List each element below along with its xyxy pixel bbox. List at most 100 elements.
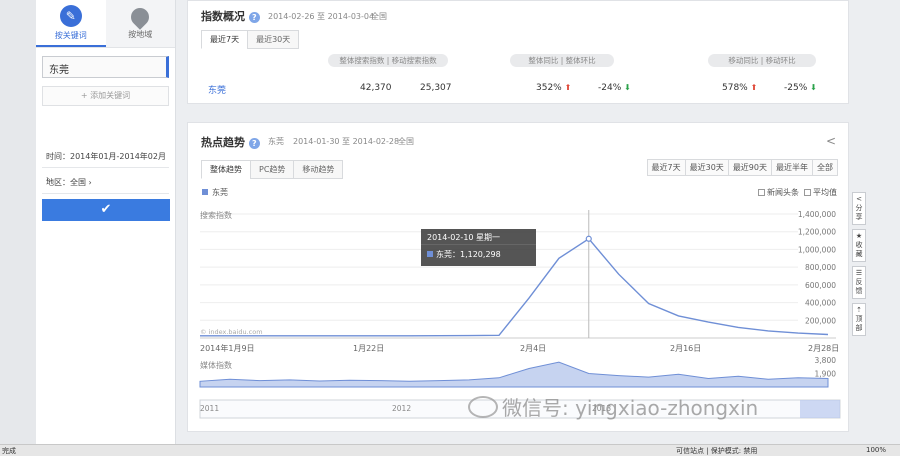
legend-swatch (202, 189, 208, 195)
x-tick-label: 1月22日 (353, 344, 384, 353)
wechat-watermark: 微信号: yingxiao-zhongxin (458, 392, 758, 421)
range-30-days[interactable]: 最近30天 (684, 159, 729, 176)
tab-by-region[interactable]: 按地域 (105, 0, 175, 47)
row-total-yoy: 352% ⬆ (536, 83, 571, 93)
overview-title-text: 指数概况 (201, 10, 245, 23)
arrow-down-icon: ⬇ (810, 83, 817, 92)
trend-keyword: 东莞 (268, 137, 284, 146)
series-media: 1,900 3,800 (199, 356, 837, 388)
row-mobile-index: 25,307 (420, 83, 452, 93)
range-all[interactable]: 全部 (812, 159, 838, 176)
navigator-selection (800, 400, 840, 418)
right-toolbar: < 分享 ★ 收藏 ☰ 反馈 ⇡ 顶部 (852, 192, 866, 340)
chart-tooltip: 2014-02-10 星期一 东莞：1,120,298 (421, 229, 536, 266)
media-area (199, 361, 829, 388)
header-pill-mobile: 移动同比 | 移动环比 (708, 54, 816, 67)
feedback-icon: ☰ (855, 269, 863, 277)
top-tool-label: 顶部 (855, 315, 863, 332)
add-keyword-button[interactable]: + 添加关键词 (42, 86, 169, 106)
trend-region: 全国 (398, 137, 414, 146)
row-total-mom-value: -24% (598, 83, 622, 93)
range-half-year[interactable]: 最近半年 (771, 159, 813, 176)
help-icon[interactable]: ? (248, 11, 260, 23)
overview-card: 指数概况 ? 2014-02-26 至 2014-03-04 全国 最近7天 最… (187, 0, 849, 104)
status-left: 完成 (2, 447, 16, 455)
range-buttons: 最近7天 最近30天 最近90天 最近半年 全部 (646, 159, 838, 176)
average-checkbox[interactable]: 平均值 (804, 187, 837, 198)
media-y-tick: 1,900 (815, 370, 837, 379)
x-tick-label: 2月4日 (520, 344, 546, 353)
average-checkbox-label: 平均值 (813, 188, 837, 197)
col-total-mom: 整体环比 (565, 56, 596, 65)
overview-region: 全国 (371, 12, 387, 21)
search-index-label: 搜索指数 (200, 210, 232, 220)
checkbox-icon (758, 189, 765, 196)
help-icon[interactable]: ? (248, 137, 260, 149)
tab-overall-trend[interactable]: 整体趋势 (201, 160, 251, 179)
tab-by-keyword[interactable]: ✎ 按关键词 (36, 0, 106, 47)
media-y-tick: 3,800 (815, 356, 837, 365)
location-pin-icon (127, 3, 153, 30)
y-tick-label: 400,000 (805, 299, 836, 308)
feedback-tool-label: 反馈 (855, 278, 863, 295)
pen-icon: ✎ (59, 4, 82, 27)
left-rail (0, 0, 36, 456)
legend-label: 东莞 (212, 188, 228, 197)
row-total-mom: -24% ⬇ (598, 83, 631, 93)
up-arrow-icon: ⇡ (856, 306, 862, 314)
row-mobile-yoy-value: 578% (722, 83, 748, 93)
favorite-tool[interactable]: ★ 收藏 (852, 229, 866, 262)
tab-last-30-days[interactable]: 最近30天 (247, 30, 300, 49)
confirm-button[interactable]: ✔ (42, 199, 170, 221)
region-filter[interactable]: 地区：全国 › (42, 172, 169, 194)
range-90-days[interactable]: 最近90天 (727, 159, 772, 176)
news-checkbox-label: 新闻头条 (767, 188, 799, 197)
range-7-days[interactable]: 最近7天 (646, 159, 686, 176)
top-tool[interactable]: ⇡ 顶部 (852, 303, 866, 336)
tab-by-region-label: 按地域 (128, 29, 153, 39)
share-arrow-icon: < (856, 195, 862, 203)
header-pill-total: 整体同比 | 整体环比 (510, 54, 614, 67)
share-tool[interactable]: < 分享 (852, 192, 866, 225)
x-tick-label: 2014年1月9日 (200, 343, 255, 353)
series-legend[interactable]: 东莞 (202, 187, 228, 198)
tab-mobile-trend[interactable]: 移动趋势 (293, 160, 344, 179)
row-total-index: 42,370 (360, 83, 392, 93)
row-total-yoy-value: 352% (536, 83, 562, 93)
x-tick-label: 2月16日 (670, 344, 701, 353)
overview-date-range: 2014-02-26 至 2014-03-04 (268, 12, 375, 21)
y-axis-ticks: 200,000 400,000 600,000 800,000 1,000,000 1,2… (798, 210, 836, 325)
feedback-tool[interactable]: ☰ 反馈 (852, 266, 866, 299)
arrow-up-icon: ⬆ (750, 83, 758, 92)
status-center: 可信站点 | 保护模式: 禁用 (676, 447, 758, 455)
status-bar: 完成 可信站点 | 保护模式: 禁用 100% (0, 444, 900, 456)
share-tool-label: 分享 (855, 204, 863, 221)
tab-pc-trend[interactable]: PC趋势 (250, 160, 295, 179)
col-mobile-yoy: 移动同比 (728, 56, 759, 65)
trend-title: 热点趋势 ? (201, 134, 260, 150)
star-icon: ★ (855, 232, 863, 240)
overview-title: 指数概况 ? (201, 8, 260, 24)
status-zoom[interactable]: 100% (866, 446, 886, 454)
trend-title-text: 热点趋势 (201, 136, 245, 149)
tab-last-7-days[interactable]: 最近7天 (201, 30, 249, 49)
check-icon: ✔ (100, 202, 112, 217)
x-axis-ticks: 2014年1月9日 1月22日 2月4日 2月16日 2月28日 (200, 337, 839, 353)
col-total-index: 整体搜索指数 (339, 56, 385, 65)
tooltip-swatch (427, 251, 433, 257)
row-mobile-mom-value: -25% (784, 83, 808, 93)
arrow-down-icon: ⬇ (624, 83, 631, 92)
news-checkbox[interactable]: 新闻头条 (758, 187, 799, 198)
header-pill-search: 整体搜索指数 | 移动搜索指数 (328, 54, 448, 67)
time-filter[interactable]: 时间：2014年01月-2014年02月 › (42, 146, 169, 183)
sidebar-tabs: ✎ 按关键词 按地域 (36, 0, 175, 48)
trend-date-range: 2014-01-30 至 2014-02-28 (293, 137, 400, 146)
y-tick-label: 1,000,000 (798, 245, 836, 254)
share-icon[interactable]: < (826, 134, 836, 148)
favorite-tool-label: 收藏 (855, 241, 863, 258)
keyword-input[interactable]: 东莞 (42, 56, 169, 78)
navigator-year: 2011 (200, 404, 219, 413)
y-tick-label: 1,200,000 (798, 228, 836, 237)
row-keyword-link[interactable]: 东莞 (208, 83, 226, 96)
y-tick-label: 200,000 (805, 316, 836, 325)
